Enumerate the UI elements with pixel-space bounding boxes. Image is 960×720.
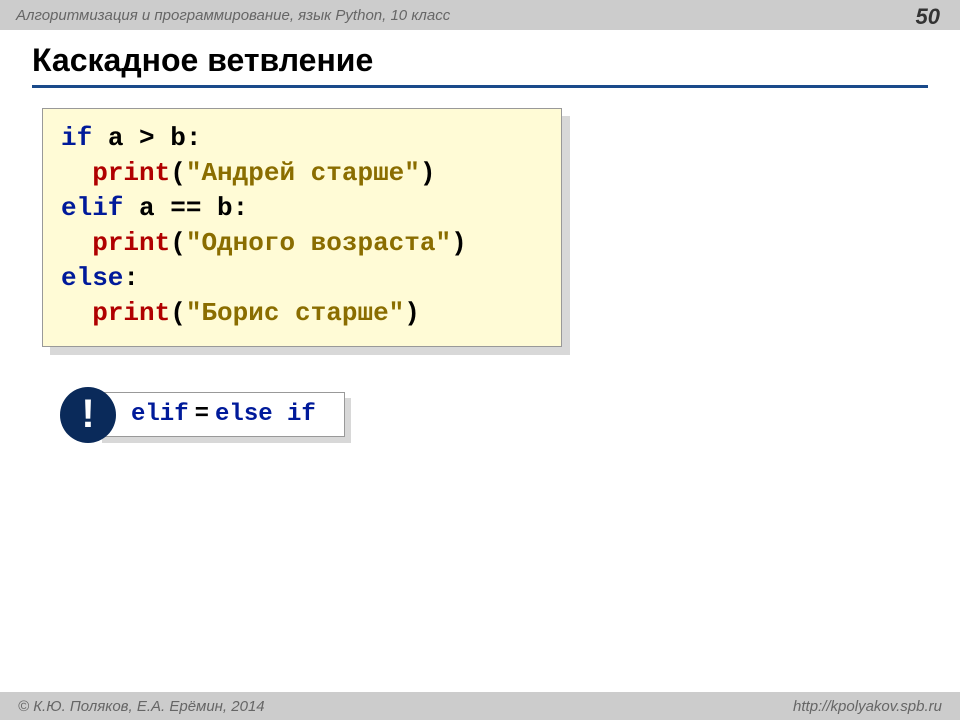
code-line: if a > b: <box>61 121 543 156</box>
exclamation-badge: ! <box>60 387 116 443</box>
title-rule <box>32 85 928 88</box>
code-box: if a > b: print("Андрей старше") elif a … <box>42 108 562 347</box>
fn-print: print <box>92 228 170 258</box>
header-bar: Алгоритмизация и программирование, язык … <box>0 0 960 30</box>
colon: : <box>123 263 139 293</box>
header-title: Алгоритмизация и программирование, язык … <box>16 7 450 24</box>
code-line: elif a == b: <box>61 191 543 226</box>
footer-url: http://kpolyakov.spb.ru <box>793 698 942 715</box>
string-literal: "Андрей старше" <box>186 158 420 188</box>
string-literal: "Борис старше" <box>186 298 404 328</box>
code-line: print("Андрей старше") <box>61 156 543 191</box>
footer-copyright: © К.Ю. Поляков, Е.А. Ерёмин, 2014 <box>18 698 265 715</box>
code-line: print("Борис старше") <box>61 296 543 331</box>
page-number: 50 <box>916 4 940 30</box>
paren: ( <box>170 158 186 188</box>
paren: ) <box>451 228 467 258</box>
code-line: print("Одного возраста") <box>61 226 543 261</box>
fn-print: print <box>92 158 170 188</box>
paren: ) <box>404 298 420 328</box>
note-box: elif = else if <box>96 392 345 437</box>
note-block: elif = else if <box>96 392 345 437</box>
note-eq: = <box>195 401 209 428</box>
slide-title: Каскадное ветвление <box>32 42 928 79</box>
paren: ( <box>170 298 186 328</box>
keyword-elif: elif <box>61 193 123 223</box>
code-expr: a == b: <box>123 193 248 223</box>
note-elif: elif <box>131 401 189 428</box>
note-else-if: else if <box>215 401 316 428</box>
fn-print: print <box>92 298 170 328</box>
code-line: else: <box>61 261 543 296</box>
footer-bar: © К.Ю. Поляков, Е.А. Ерёмин, 2014 http:/… <box>0 692 960 720</box>
code-block: if a > b: print("Андрей старше") elif a … <box>42 108 562 347</box>
keyword-if: if <box>61 123 92 153</box>
keyword-else: else <box>61 263 123 293</box>
paren: ) <box>420 158 436 188</box>
string-literal: "Одного возраста" <box>186 228 451 258</box>
note-row: ! elif = else if <box>60 387 960 443</box>
paren: ( <box>170 228 186 258</box>
code-expr: a > b: <box>92 123 201 153</box>
